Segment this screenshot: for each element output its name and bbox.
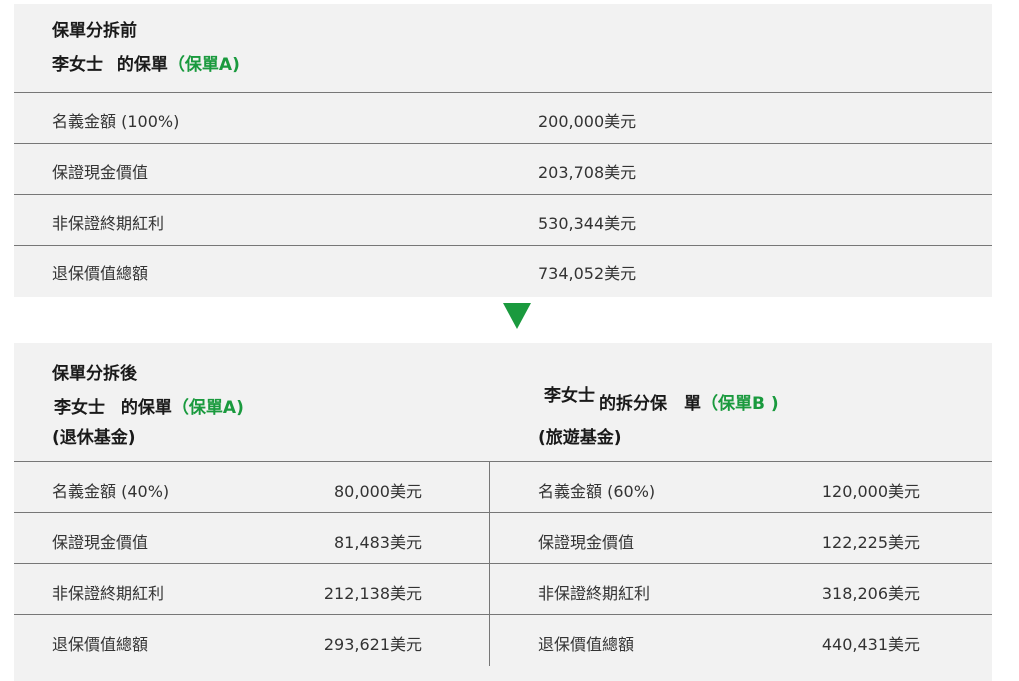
owner-name: 李女士: [54, 398, 105, 418]
policy-of-label: 的保單: [120, 398, 172, 418]
before-split-panel: 保單分拆前 李女士 的保單（保單A) 名義金額 (100%) 200,000美元…: [14, 4, 992, 297]
policy-of-label: 的保單: [116, 55, 168, 75]
down-triangle-icon: [503, 303, 531, 329]
row-label: 非保證終期紅利: [538, 584, 651, 603]
policy-of-label: 的拆分保 單: [599, 394, 701, 414]
row-divider: [14, 512, 992, 513]
row-label: 非保證終期紅利: [52, 584, 165, 603]
row-label: 退保價值總額: [52, 264, 149, 283]
policy-tag: （保單B ): [701, 394, 779, 414]
divider-area: [14, 297, 992, 343]
row-value: 440,431美元: [821, 635, 920, 654]
before-heading: 保單分拆前: [52, 21, 137, 41]
row-label: 非保證終期紅利: [52, 214, 165, 233]
row-divider: [14, 92, 992, 93]
policy-tag: （保單A): [167, 55, 240, 75]
column-divider: [489, 461, 490, 666]
left-fund-label: (退休基金): [52, 428, 136, 448]
row-label: 名義金額 (60%): [538, 482, 656, 501]
row-label: 保證現金價值: [52, 533, 149, 552]
row-divider: [14, 614, 992, 615]
row-value: 318,206美元: [821, 584, 920, 603]
owner-name: 李女士: [52, 55, 103, 75]
after-heading: 保單分拆後: [52, 364, 137, 384]
row-label: 退保價值總額: [538, 635, 635, 654]
row-value: 120,000美元: [821, 482, 920, 501]
before-policy-title: 李女士 的保單（保單A): [52, 54, 240, 76]
after-split-panel: 保單分拆後 李女士 的保單（保單A) (退休基金) 李女士 的拆分保 單（保單B …: [14, 343, 992, 681]
row-label: 保證現金價值: [538, 533, 635, 552]
row-label: 保證現金價值: [52, 163, 149, 182]
left-policy-title: 李女士 的保單（保單A): [54, 397, 244, 419]
row-value: 203,708美元: [538, 163, 637, 182]
row-value: 80,000美元: [334, 482, 422, 501]
row-label: 名義金額 (100%): [52, 112, 180, 131]
row-divider: [14, 194, 992, 195]
row-value: 212,138美元: [323, 584, 422, 603]
row-label: 名義金額 (40%): [52, 482, 170, 501]
row-divider: [14, 245, 992, 246]
owner-name: 李女士: [544, 386, 595, 406]
row-value: 200,000美元: [538, 112, 637, 131]
row-divider: [14, 461, 992, 462]
row-divider: [14, 563, 992, 564]
right-policy-title: 李女士 的拆分保 單（保單B ): [544, 386, 779, 415]
right-fund-label: (旅遊基金): [538, 428, 622, 448]
row-divider: [14, 143, 992, 144]
row-value: 734,052美元: [538, 264, 637, 283]
row-value: 81,483美元: [334, 533, 422, 552]
row-value: 530,344美元: [538, 214, 637, 233]
policy-tag: （保單A): [171, 398, 244, 418]
row-value: 293,621美元: [323, 635, 422, 654]
row-label: 退保價值總額: [52, 635, 149, 654]
row-value: 122,225美元: [821, 533, 920, 552]
